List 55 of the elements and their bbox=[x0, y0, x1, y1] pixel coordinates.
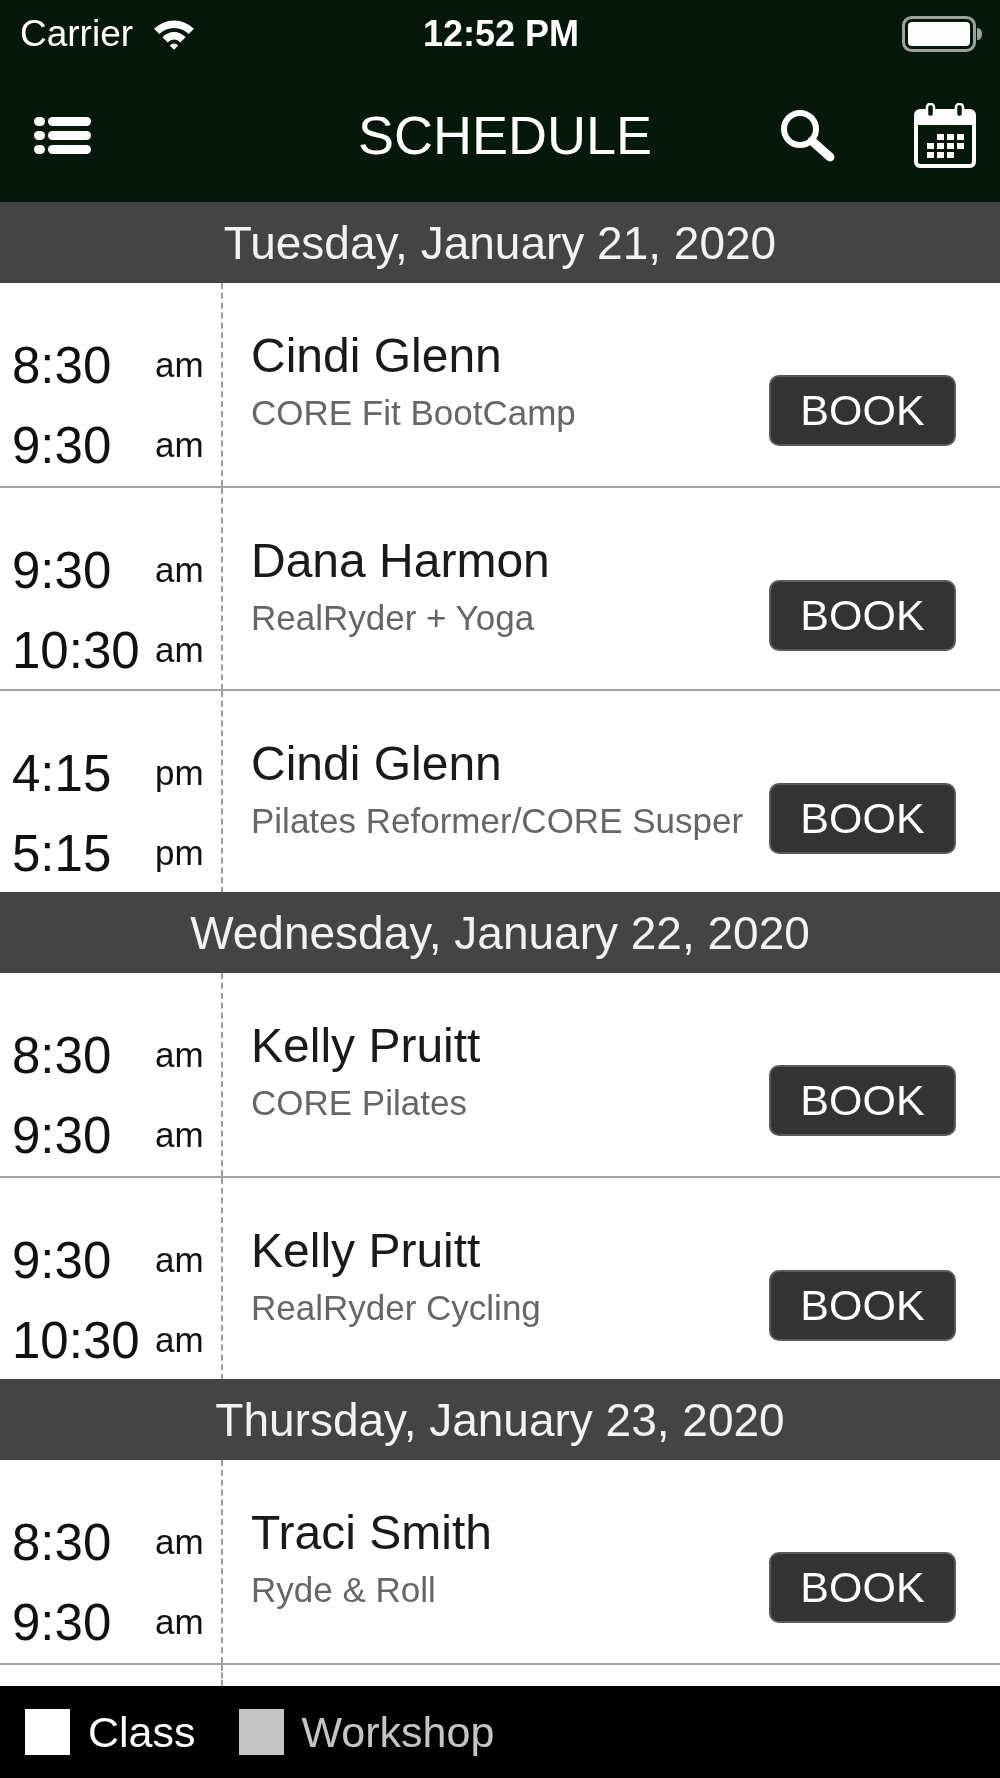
wifi-icon bbox=[153, 18, 196, 50]
start-time: 9:30 bbox=[12, 540, 113, 600]
start-period: am bbox=[155, 550, 204, 590]
carrier-name: Carrier bbox=[20, 12, 134, 56]
end-period: am bbox=[155, 1602, 204, 1642]
start-time: 8:30 bbox=[12, 335, 113, 395]
start-period: am bbox=[155, 345, 204, 385]
search-icon[interactable] bbox=[778, 108, 836, 162]
class-name: RealRyder + Yoga bbox=[251, 597, 536, 639]
instructor-name: Kelly Pruitt bbox=[251, 1018, 482, 1074]
instructor-name: Traci Smith bbox=[251, 1505, 493, 1561]
book-button[interactable]: BOOK bbox=[769, 580, 956, 651]
end-period: am bbox=[155, 425, 204, 465]
end-period: am bbox=[155, 1320, 204, 1360]
end-time: 10:30 bbox=[12, 620, 141, 680]
start-period: am bbox=[155, 1240, 204, 1280]
class-name: Pilates Reformer/CORE Susper bbox=[251, 800, 745, 842]
calendar-icon[interactable] bbox=[914, 102, 976, 168]
class-name: CORE Pilates bbox=[251, 1082, 468, 1124]
date-header: Wednesday, January 22, 2020 bbox=[0, 892, 1000, 973]
book-button[interactable]: BOOK bbox=[769, 375, 956, 446]
book-button[interactable]: BOOK bbox=[769, 1065, 956, 1136]
class-name: RealRyder Cycling bbox=[251, 1287, 542, 1329]
end-time: 9:30 bbox=[12, 1592, 113, 1652]
class-name: CORE Fit BootCamp bbox=[251, 392, 577, 434]
status-time: 12:52 PM bbox=[422, 12, 580, 56]
book-button[interactable]: BOOK bbox=[769, 783, 956, 854]
start-period: pm bbox=[155, 753, 204, 793]
end-time: 5:15 bbox=[12, 823, 113, 883]
start-period: am bbox=[155, 1035, 204, 1075]
screen-title: SCHEDULE bbox=[357, 104, 653, 167]
end-time: 9:30 bbox=[12, 1105, 113, 1165]
instructor-name: Kelly Pruitt bbox=[251, 1223, 482, 1279]
book-button[interactable]: BOOK bbox=[769, 1270, 956, 1341]
end-period: am bbox=[155, 1115, 204, 1155]
legend-label: Workshop bbox=[301, 1707, 495, 1757]
start-period: am bbox=[155, 1522, 204, 1562]
end-period: pm bbox=[155, 833, 204, 873]
instructor-name: Cindi Glenn bbox=[251, 328, 503, 384]
battery-icon bbox=[902, 16, 982, 52]
menu-icon[interactable] bbox=[34, 115, 91, 155]
instructor-name: Dana Harmon bbox=[251, 533, 551, 589]
class-name: Ryde & Roll bbox=[251, 1569, 437, 1611]
legend-label: Class bbox=[88, 1707, 196, 1757]
end-period: am bbox=[155, 630, 204, 670]
book-button[interactable]: BOOK bbox=[769, 1552, 956, 1623]
end-time: 10:30 bbox=[12, 1310, 141, 1370]
instructor-name: Cindi Glenn bbox=[251, 736, 503, 792]
start-time: 9:30 bbox=[12, 1230, 113, 1290]
start-time: 8:30 bbox=[12, 1025, 113, 1085]
start-time: 4:15 bbox=[12, 743, 113, 803]
date-header: Thursday, January 23, 2020 bbox=[0, 1379, 1000, 1460]
date-header: Tuesday, January 21, 2020 bbox=[0, 202, 1000, 283]
end-time: 9:30 bbox=[12, 415, 113, 475]
start-time: 8:30 bbox=[12, 1512, 113, 1572]
